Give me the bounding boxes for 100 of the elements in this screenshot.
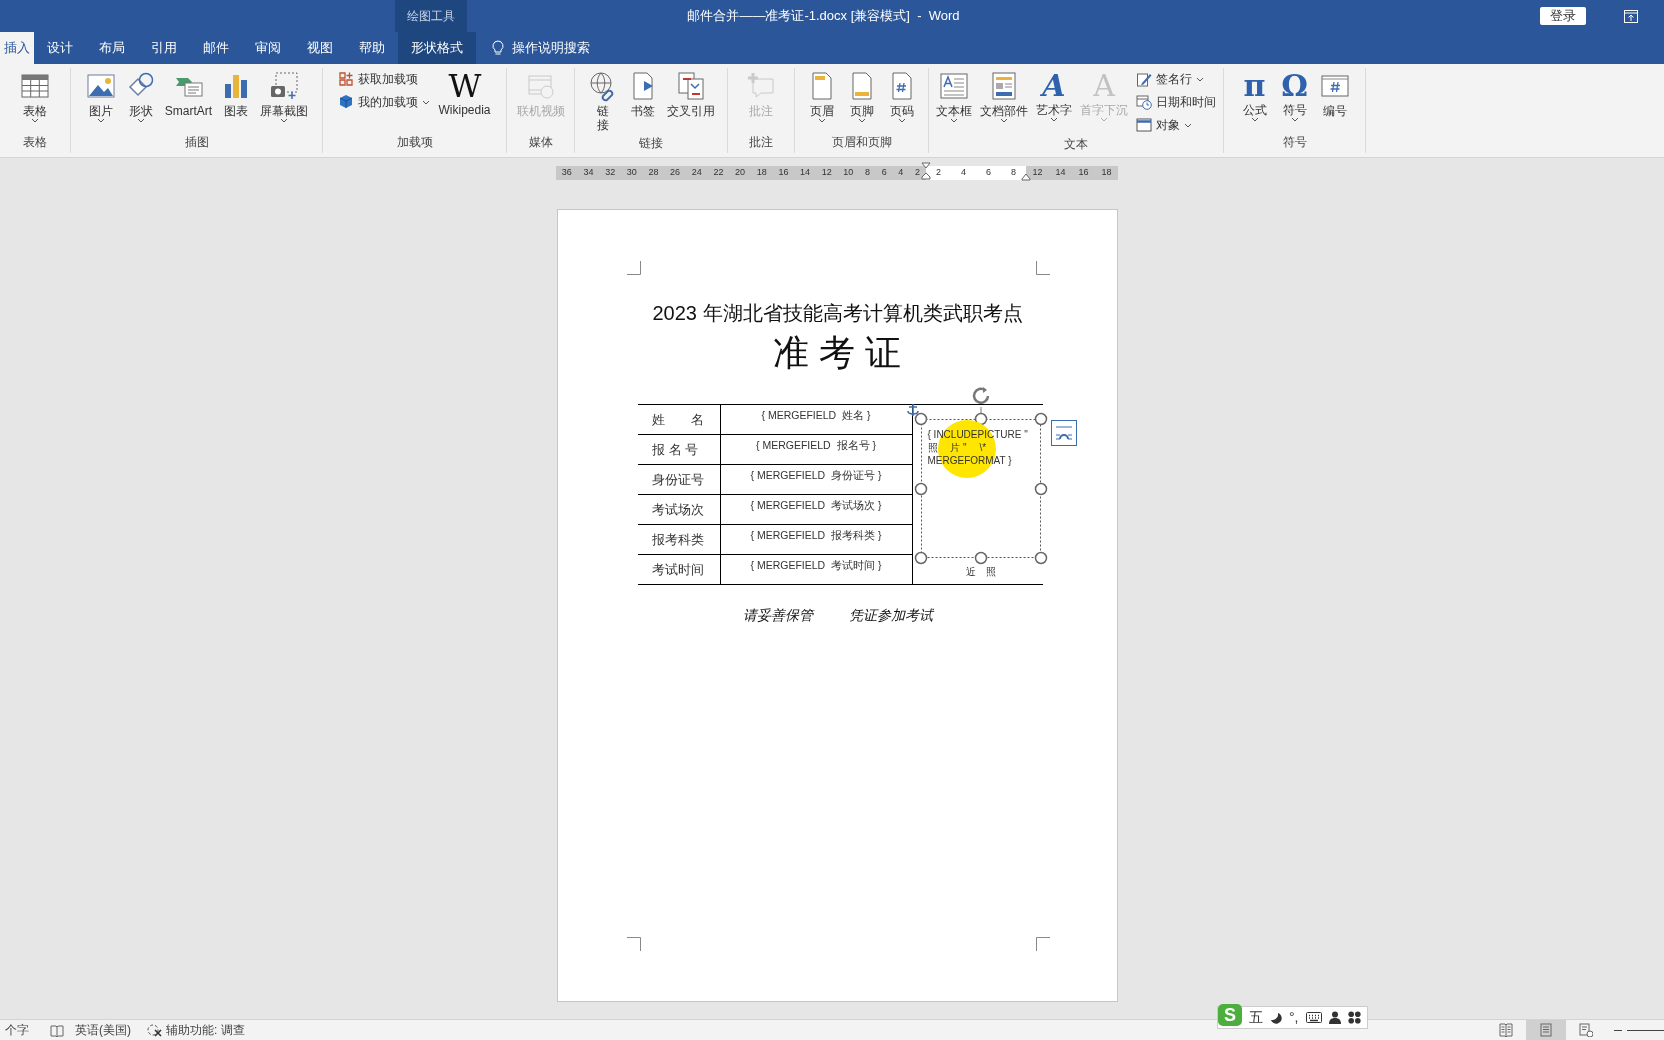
ribbon-button[interactable]: π 公式 <box>1235 68 1274 133</box>
ruler-number: 16 <box>778 166 789 180</box>
view-button[interactable] <box>1526 1020 1566 1040</box>
merge-field: { MERGEFIELD 身份证号 } <box>720 464 912 495</box>
ruler-number: 14 <box>800 166 811 180</box>
ribbon-button[interactable]: 日期和时间 <box>1133 92 1219 112</box>
merge-field: { MERGEFIELD 姓名 } <box>720 404 912 435</box>
ruler-number: 2 <box>914 166 920 180</box>
group-label: 符号 <box>1281 134 1308 151</box>
ruler-number: 28 <box>648 166 659 180</box>
zoom-out-icon <box>1614 1028 1622 1032</box>
ribbon-button[interactable]: 交叉引用 <box>664 68 718 134</box>
ribbon-button[interactable]: 编号 <box>1315 68 1354 133</box>
ribbon-tab[interactable]: 帮助 <box>346 32 398 64</box>
omega-icon: Ω <box>1278 69 1311 103</box>
window-title: 邮件合并——准考证-1.docx [兼容模式] - Word <box>686 7 961 25</box>
group-label: 加载项 <box>395 134 434 151</box>
print-layout-icon <box>1539 1023 1553 1037</box>
ribbon-button[interactable]: 形状 <box>121 68 160 133</box>
ribbon-tab[interactable]: 形状格式 <box>398 32 476 64</box>
contextual-group-label: 绘图工具 <box>395 0 467 32</box>
window-icon <box>1136 117 1152 133</box>
punctuation-mode[interactable]: °, <box>1289 1007 1299 1028</box>
ribbon-display-icon <box>1624 9 1638 23</box>
layout-options-icon <box>1050 420 1077 446</box>
ribbon-button[interactable]: 屏幕截图 <box>257 68 312 133</box>
merge-field: { MERGEFIELD 考试时间 } <box>720 554 912 585</box>
field-label: 姓 名 <box>638 404 720 435</box>
ribbon-button[interactable]: 图表 <box>217 68 256 133</box>
screenshot-icon <box>268 70 301 102</box>
language-indicator[interactable]: 英语(美国) <box>75 1021 131 1039</box>
ime-mode[interactable]: 五 <box>1249 1007 1263 1028</box>
calendar-clock-icon <box>1136 94 1152 110</box>
field-code-line: 照 片 " \* <box>927 441 988 454</box>
ribbon-button[interactable]: 对象 <box>1133 115 1219 135</box>
book-check-icon <box>50 1023 64 1037</box>
ribbon-tab[interactable]: 审阅 <box>242 32 294 64</box>
person-icon <box>1328 1011 1341 1024</box>
crop-mark <box>1036 261 1050 275</box>
group-label: 媒体 <box>527 134 554 151</box>
group-label: 页眉和页脚 <box>830 134 893 151</box>
moon-icon <box>1270 1011 1282 1024</box>
ribbon-tab[interactable]: 视图 <box>294 32 346 64</box>
group-label: 批注 <box>748 134 774 151</box>
ribbon-button[interactable]: 签名行 <box>1133 69 1219 89</box>
field-label: 考试时间 <box>638 554 720 585</box>
merge-field: { MERGEFIELD 考试场次 } <box>720 494 912 525</box>
ribbon-tab[interactable]: 引用 <box>138 32 190 64</box>
ribbon-button[interactable]: 文档部件 <box>977 68 1031 135</box>
ribbon-button[interactable]: 文本框 <box>933 68 975 135</box>
ruler-number: 2 <box>936 166 941 180</box>
ribbon-button[interactable]: 页脚 <box>842 68 881 133</box>
ribbon-button[interactable]: W Wikipedia <box>435 68 494 133</box>
web-layout-icon <box>1579 1023 1593 1037</box>
w-logo-icon: W <box>448 69 481 103</box>
ribbon-button[interactable]: 链接 <box>584 68 622 134</box>
group-label: 文本 <box>1063 136 1089 153</box>
ruler-number: 12 <box>1032 166 1043 180</box>
ruler-number: 12 <box>821 166 832 180</box>
merge-field: { MERGEFIELD 报考科类 } <box>720 524 912 555</box>
ribbon-tab[interactable]: 邮件 <box>190 32 242 64</box>
ribbon-button[interactable]: 获取加载项 <box>335 69 434 89</box>
accessibility-status[interactable]: 辅助功能: 调查 <box>166 1021 245 1039</box>
ribbon-tab[interactable]: 布局 <box>86 32 138 64</box>
group-label: 链接 <box>638 134 664 152</box>
ribbon-button[interactable]: 页眉 <box>802 68 841 133</box>
field-label: 考试场次 <box>638 494 720 525</box>
ruler-number: 30 <box>626 166 637 180</box>
ruler-number: 16 <box>1078 166 1089 180</box>
photo-caption: 近 照 <box>964 565 997 579</box>
cross-reference-icon <box>675 70 707 102</box>
ribbon-button[interactable]: 我的加载项 <box>335 92 434 112</box>
ribbon-button[interactable]: A 艺术字 <box>1033 68 1075 135</box>
read-mode-icon <box>1499 1023 1513 1037</box>
ribbon-button[interactable]: 书签 <box>624 68 662 134</box>
ribbon-button[interactable]: 图片 <box>81 68 120 133</box>
ruler-number: 34 <box>583 166 594 180</box>
add-in-grid-icon <box>338 71 355 87</box>
footer-note: 凭证参加考试 <box>848 606 933 625</box>
ribbon-tab[interactable]: 插入 <box>0 32 34 64</box>
group-label: 表格 <box>22 134 48 151</box>
ruler-number: 36 <box>561 166 572 180</box>
crop-mark <box>627 261 641 275</box>
search-hint[interactable]: 操作说明搜索 <box>512 38 590 58</box>
word-count[interactable]: 个字 <box>5 1021 29 1039</box>
keyboard-icon <box>1305 1012 1322 1023</box>
ruler-number: 4 <box>961 166 966 180</box>
ribbon-tab[interactable]: 设计 <box>34 32 86 64</box>
ruler-number: 6 <box>881 166 887 180</box>
ribbon-button[interactable]: 表格 <box>16 68 54 133</box>
field-label: 报考科类 <box>638 524 720 555</box>
ribbon-button[interactable]: Ω 符号 <box>1275 68 1314 133</box>
group-label: 插图 <box>183 134 210 151</box>
signature-pen-icon <box>1136 71 1152 87</box>
ruler-number: 8 <box>865 166 870 180</box>
ribbon-button[interactable]: 页码 <box>882 68 921 133</box>
field-label: 身份证号 <box>638 464 720 495</box>
sign-in-button[interactable]: 登录 <box>1540 7 1586 25</box>
ribbon-button[interactable]: SmartArt <box>161 68 216 133</box>
ruler-number: 24 <box>691 166 702 180</box>
